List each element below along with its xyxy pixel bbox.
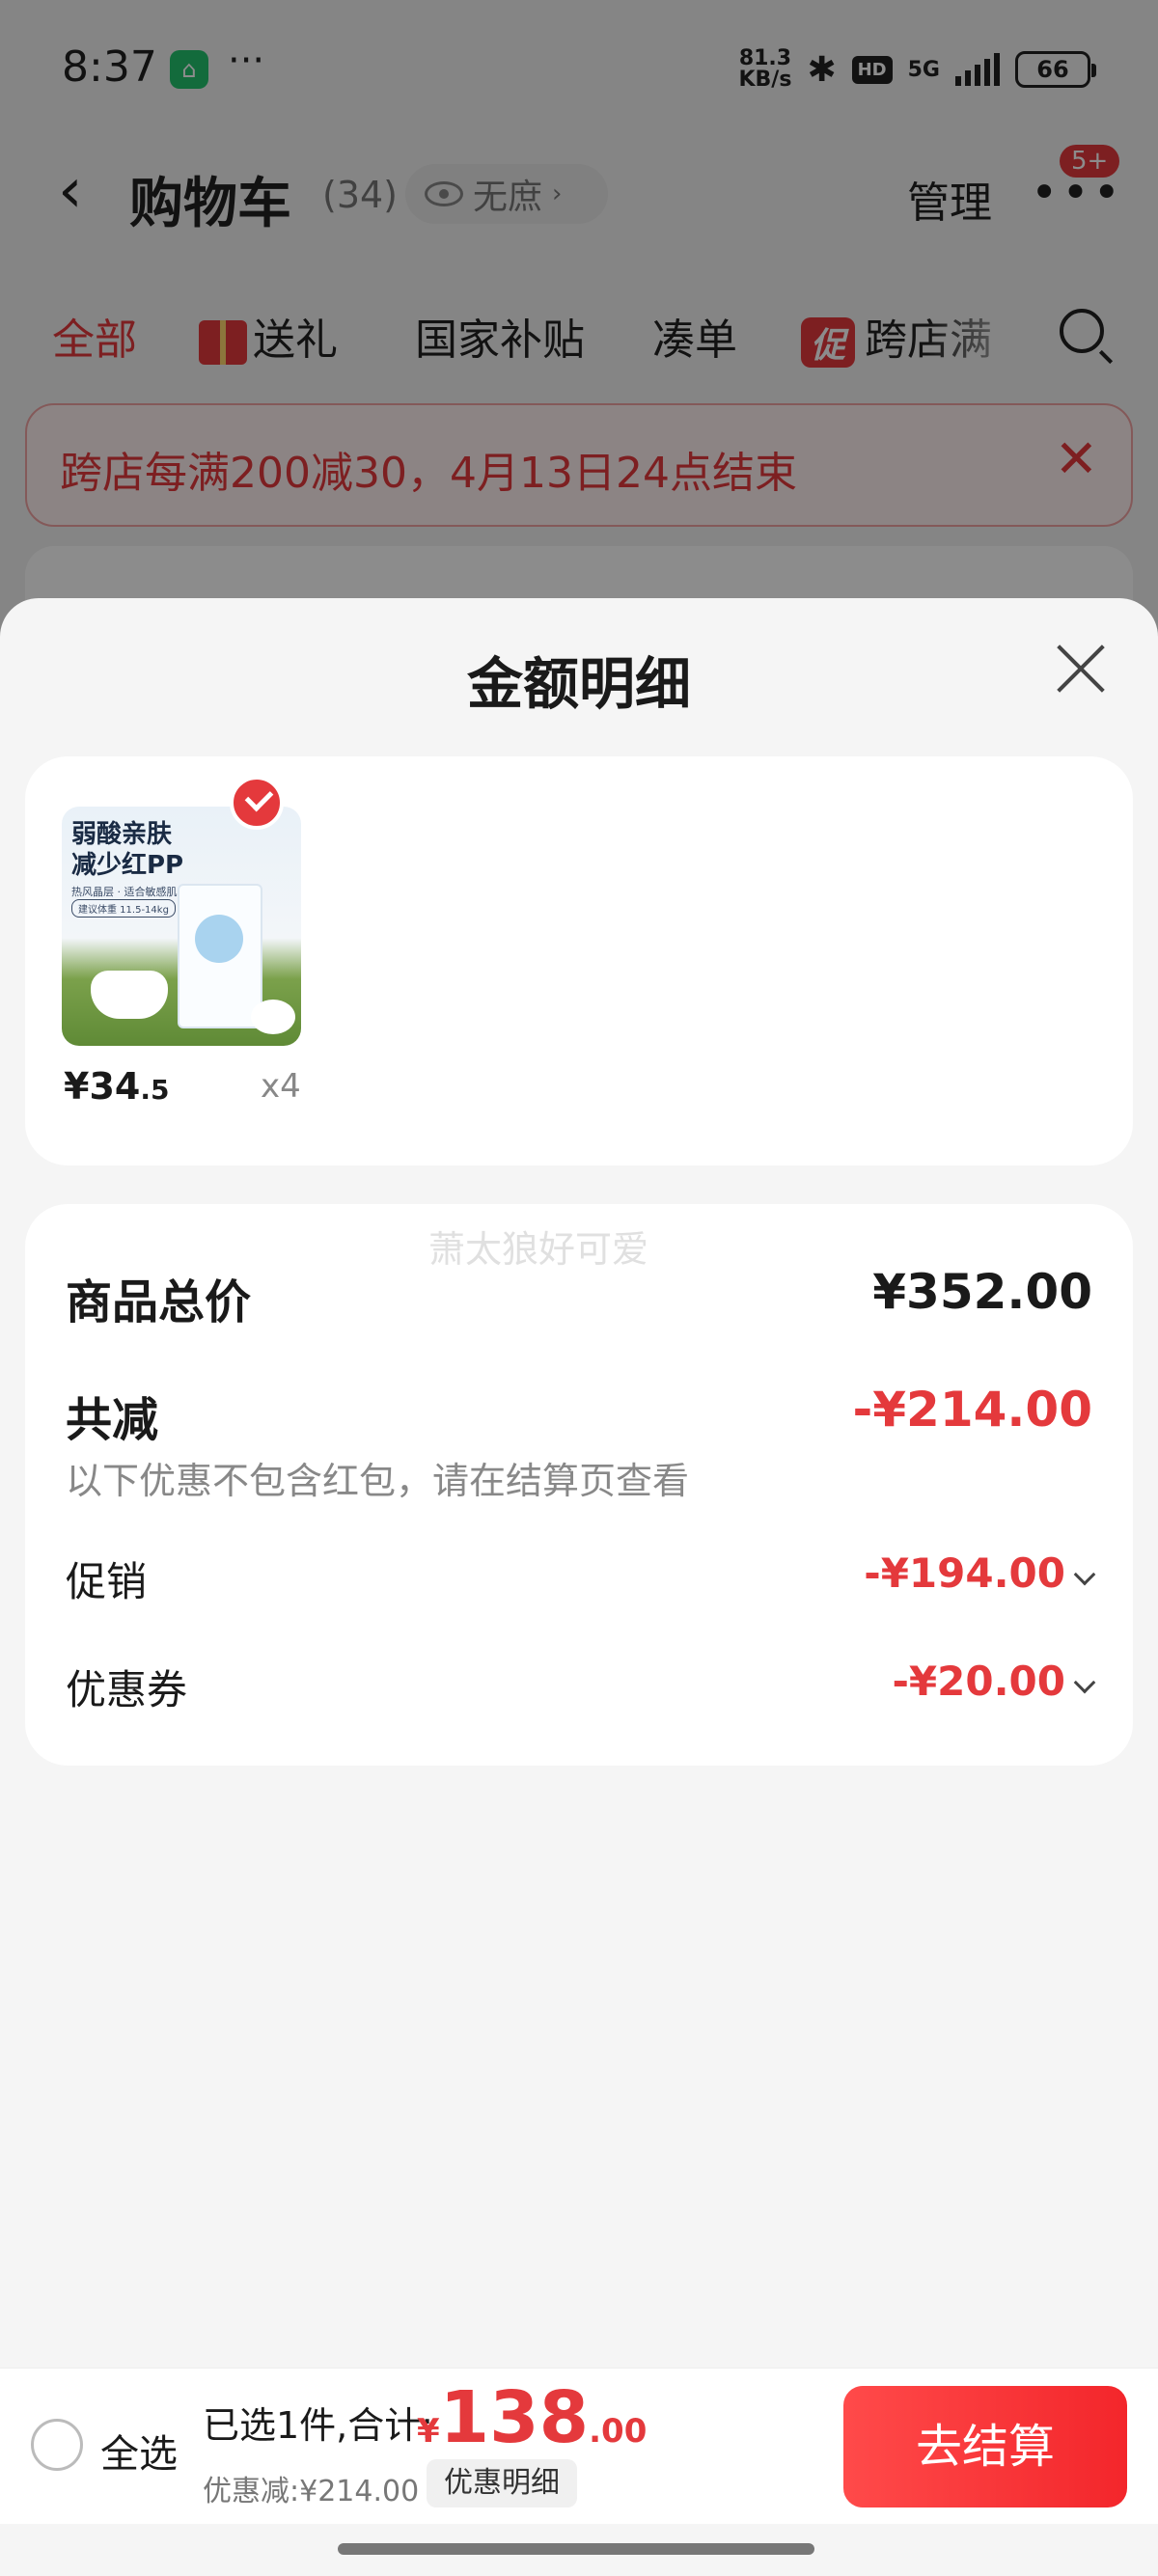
discount-summary: 优惠减:¥214.00 [203,2475,420,2508]
checkout-total: ¥138.00 [417,2376,647,2459]
selected-check-icon [230,776,284,830]
product-price-dec: .5 [140,1074,170,1106]
product-price-int: ¥34 [64,1065,141,1108]
product-flower [251,1000,295,1034]
row-total-price: 商品总价 ¥352.00 [66,1264,1092,1331]
row-promotion[interactable]: 促销 -¥194.00 [66,1549,1096,1607]
discount-detail-button[interactable]: 优惠明细 [427,2459,577,2507]
coupon-label: 优惠券 [66,1666,188,1713]
total-price-value: ¥352.00 [872,1264,1092,1320]
reduction-note: 以下优惠不包含红包，请在结算页查看 [66,1460,690,1502]
row-total-reduction: 共减 -¥214.00 [66,1382,1092,1449]
select-all-label[interactable]: 全选 [100,2423,178,2479]
modal-overlay[interactable] [0,0,1158,675]
checkout-button[interactable]: 去结算 [843,2386,1127,2507]
product-diaper [91,971,168,1019]
promotion-value: -¥194.00 [864,1549,1065,1597]
product-card: 弱酸亲肤 减少红PP 热风晶层 · 适合敏感肌baby 建议体重 11.5-14… [25,756,1133,1165]
image-tag: 建议体重 11.5-14kg [71,899,176,918]
price-detail-card: 萧太狼好可爱 商品总价 ¥352.00 共减 -¥214.00 以下优惠不包含红… [25,1204,1133,1766]
close-icon[interactable] [1054,641,1108,695]
image-headline-2: 减少红PP [71,851,184,880]
product-quantity: x4 [261,1067,301,1106]
total-price-label: 商品总价 [66,1275,252,1329]
coupon-value: -¥20.00 [892,1658,1065,1705]
amount-detail-sheet: 金额明细 弱酸亲肤 减少红PP 热风晶层 · 适合敏感肌baby 建议体重 11… [0,598,1158,2576]
reduction-label: 共减 [66,1393,159,1447]
home-indicator[interactable] [338,2543,814,2555]
total-dec: .00 [589,2412,648,2451]
reduction-value: -¥214.00 [852,1382,1093,1438]
selection-summary: 已选1件,合计: [203,2404,434,2447]
sheet-title: 金额明细 [466,651,691,717]
product-price: ¥34.5 [64,1065,169,1108]
row-coupon[interactable]: 优惠券 -¥20.00 [66,1658,1096,1715]
product-package [178,884,262,1028]
promotion-label: 促销 [66,1558,148,1605]
select-all-checkbox[interactable] [31,2419,83,2471]
currency-symbol: ¥ [417,2412,440,2451]
total-int: 138 [439,2376,590,2459]
checkout-bar: 全选 已选1件,合计: ¥138.00 优惠减:¥214.00 优惠明细 去结算 [0,2368,1158,2524]
product-image[interactable]: 弱酸亲肤 减少红PP 热风晶层 · 适合敏感肌baby 建议体重 11.5-14… [62,807,301,1046]
